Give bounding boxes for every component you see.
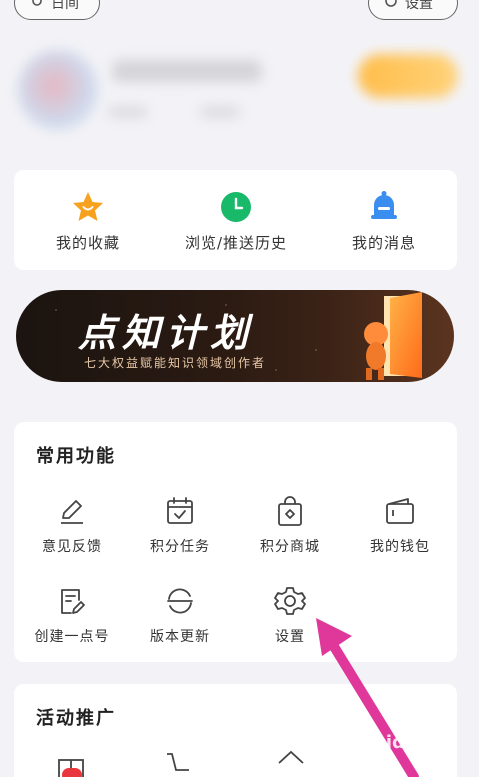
day-mode-button[interactable]: 日间: [14, 0, 100, 20]
gear-icon: [383, 0, 399, 13]
avatar[interactable]: [18, 50, 98, 130]
common-functions-card: 常用功能 意见反馈 积分任务 积分商城 我的钱包 创建一点号 版本更新 设置: [14, 422, 457, 662]
clock-icon: [166, 190, 306, 224]
banner-title: 点知计划: [78, 311, 255, 355]
username-placeholder: [112, 60, 262, 82]
history-button[interactable]: 浏览/推送历史: [166, 190, 306, 253]
document-edit-icon: [22, 584, 122, 618]
settings-top-label: 设置: [405, 0, 433, 12]
profile-header[interactable]: [0, 42, 479, 152]
points-tasks-label: 积分任务: [150, 539, 210, 555]
shopping-bag-icon: [240, 494, 340, 528]
section-title: 活动推广: [36, 708, 116, 729]
version-update-label: 版本更新: [150, 629, 210, 645]
messages-label: 我的消息: [351, 234, 416, 252]
feedback-button[interactable]: 意见反馈: [22, 494, 122, 556]
watermark: Baidu经验: [360, 732, 454, 753]
messages-button[interactable]: 我的消息: [314, 190, 454, 253]
home-icon[interactable]: [276, 748, 306, 777]
banner-subtitle: 七大权益赋能知识领域创作者: [84, 356, 267, 370]
sun-icon: [29, 0, 45, 13]
vip-badge[interactable]: [358, 54, 458, 98]
points-tasks-button[interactable]: 积分任务: [130, 494, 230, 556]
favorites-button[interactable]: 我的收藏: [18, 190, 158, 253]
history-label: 浏览/推送历史: [184, 234, 288, 252]
wallet-label: 我的钱包: [370, 539, 430, 555]
favorites-label: 我的收藏: [55, 234, 120, 252]
points-mall-button[interactable]: 积分商城: [240, 494, 340, 556]
feedback-label: 意见反馈: [42, 539, 102, 555]
refresh-icon: [130, 584, 230, 618]
settings-label: 设置: [275, 629, 305, 645]
cart-icon[interactable]: [164, 748, 194, 777]
create-account-label: 创建一点号: [34, 629, 110, 645]
top-bar: 日间 设置: [0, 0, 479, 30]
gear-icon: [240, 584, 340, 618]
settings-button[interactable]: 设置: [240, 584, 340, 646]
profile-stat-placeholder: [200, 106, 240, 118]
profile-stat-placeholder: [108, 106, 148, 118]
wallet-button[interactable]: 我的钱包: [350, 494, 450, 556]
settings-top-button[interactable]: 设置: [368, 0, 458, 20]
bell-icon: [314, 190, 454, 224]
edit-icon: [22, 494, 122, 528]
astronaut-door-illustration: [346, 290, 436, 382]
day-mode-label: 日间: [51, 0, 79, 12]
star-icon: [18, 190, 158, 224]
version-update-button[interactable]: 版本更新: [130, 584, 230, 646]
notification-dot: [62, 768, 82, 777]
quick-actions-card: 我的收藏 浏览/推送历史 我的消息: [14, 170, 457, 270]
wallet-icon: [350, 494, 450, 528]
create-account-button[interactable]: 创建一点号: [22, 584, 122, 646]
section-title: 常用功能: [36, 446, 116, 467]
promo-banner[interactable]: 点知计划 七大权益赋能知识领域创作者: [16, 290, 454, 382]
calendar-check-icon: [130, 494, 230, 528]
points-mall-label: 积分商城: [260, 539, 320, 555]
